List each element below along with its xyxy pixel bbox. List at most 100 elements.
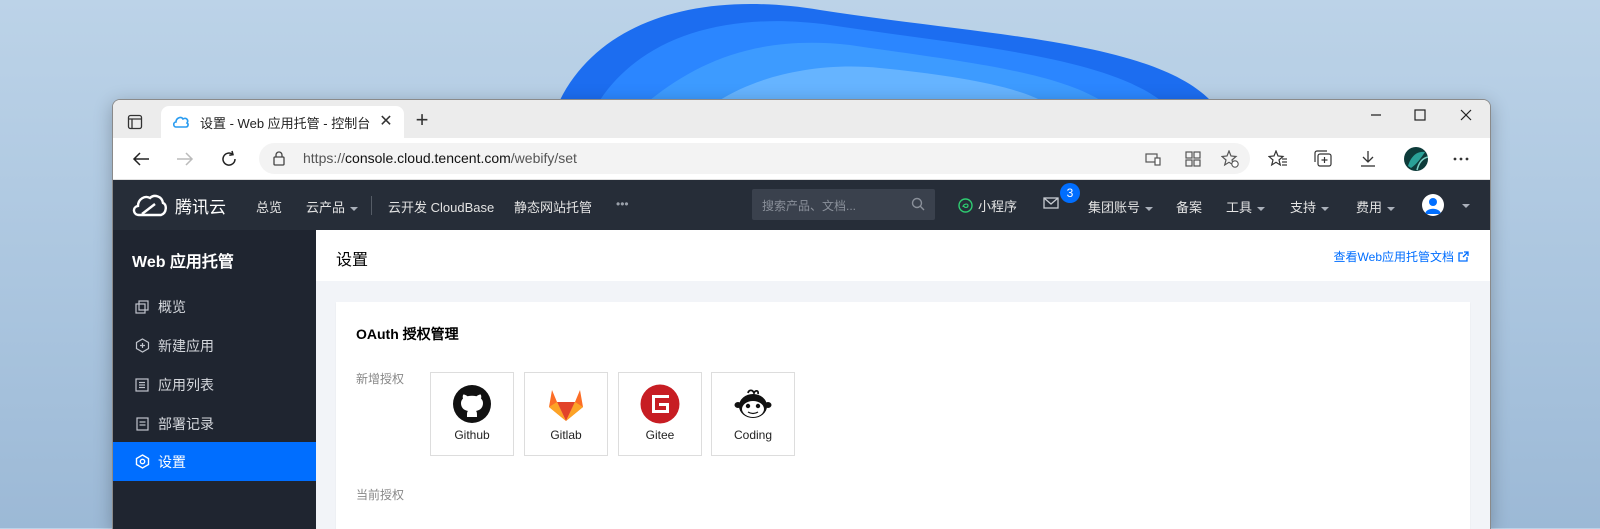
overview-icon <box>134 299 150 315</box>
chevron-down-icon <box>1387 206 1396 211</box>
url-text: https://console.cloud.tencent.com/webify… <box>303 150 577 166</box>
nav-products-label: 云产品 <box>306 200 346 215</box>
chevron-down-icon <box>350 206 359 211</box>
brand-name: 腾讯云 <box>175 197 226 217</box>
forward-button[interactable] <box>173 147 197 171</box>
browser-tab[interactable]: 设置 - Web 应用托管 - 控制台 ✕ <box>161 106 404 138</box>
oauth-card: OAuth 授权管理 新增授权 Github Gitlab Gitee Codi… <box>336 302 1470 529</box>
nav-cloudbase[interactable]: 云开发 CloudBase <box>388 197 494 216</box>
page-title: 设置 <box>336 252 369 269</box>
sidebar-item-label: 应用列表 <box>158 376 214 393</box>
provider-label: Coding <box>733 428 773 442</box>
sidebar-item-settings[interactable]: 设置 <box>113 442 316 481</box>
nav-billing-label: 费用 <box>1356 200 1383 215</box>
back-button[interactable] <box>129 147 153 171</box>
nav-support[interactable]: 支持 <box>1290 197 1330 216</box>
address-bar[interactable]: https://console.cloud.tencent.com/webify… <box>259 143 1250 174</box>
gitee-icon <box>640 384 680 424</box>
collections-icon[interactable] <box>1312 148 1334 170</box>
add-favorite-icon[interactable] <box>1221 150 1239 168</box>
sidebar-item-label: 新建应用 <box>158 337 214 354</box>
provider-gitee[interactable]: Gitee <box>618 372 702 456</box>
new-tab-button[interactable]: + <box>411 109 433 132</box>
new-auth-label: 新增授权 <box>356 372 405 386</box>
provider-coding[interactable]: Coding <box>711 372 795 456</box>
close-window-button[interactable] <box>1443 100 1489 130</box>
profile-avatar[interactable] <box>1403 146 1429 172</box>
provider-github[interactable]: Github <box>430 372 514 456</box>
oauth-title: OAuth 授权管理 <box>356 326 459 342</box>
sidebar-item-app-list[interactable]: 应用列表 <box>113 365 316 404</box>
provider-gitlab[interactable]: Gitlab <box>524 372 608 456</box>
tencent-cloud-favicon-icon <box>172 113 190 131</box>
nav-account-label: 集团账号 <box>1088 200 1141 215</box>
downloads-icon[interactable] <box>1357 148 1379 170</box>
current-auth-label: 当前授权 <box>356 488 405 502</box>
apps-icon[interactable] <box>1184 150 1202 168</box>
miniprogram-icon <box>958 198 973 213</box>
user-avatar[interactable] <box>1422 194 1444 216</box>
brand-logo[interactable]: 腾讯云 <box>131 192 226 218</box>
nav-divider <box>371 196 372 215</box>
tab-strip: 设置 - Web 应用托管 - 控制台 ✕ + <box>113 100 1490 138</box>
tencent-cloud-logo-icon <box>132 194 167 217</box>
tab-title: 设置 - Web 应用托管 - 控制台 <box>200 115 371 131</box>
read-aloud-icon[interactable] <box>1144 150 1162 168</box>
sidebar-item-label: 概览 <box>158 298 186 315</box>
chevron-down-icon <box>1145 206 1154 211</box>
nav-products[interactable]: 云产品 <box>306 197 359 216</box>
message-icon[interactable] <box>1043 197 1059 212</box>
provider-label: Github <box>454 428 490 442</box>
tab-close-icon[interactable]: ✕ <box>378 114 394 130</box>
sidebar-item-new-app[interactable]: 新建应用 <box>113 326 316 365</box>
nav-support-label: 支持 <box>1290 200 1317 215</box>
search-input[interactable]: 搜索产品、文档... <box>752 189 935 220</box>
deploy-record-icon <box>134 416 150 432</box>
minimize-button[interactable] <box>1353 100 1399 130</box>
chevron-down-icon <box>1257 206 1266 211</box>
provider-label: Gitee <box>645 428 675 442</box>
nav-static-hosting[interactable]: 静态网站托管 <box>514 197 592 216</box>
sidebar: Web 应用托管 概览 新建应用 应用列表 部署记录 设置 <box>113 230 316 529</box>
new-app-icon <box>134 338 150 354</box>
nav-overview[interactable]: 总览 <box>256 197 282 216</box>
sidebar-item-deploy-record[interactable]: 部署记录 <box>113 404 316 443</box>
nav-billing[interactable]: 费用 <box>1356 197 1396 216</box>
favorites-icon[interactable] <box>1267 148 1289 170</box>
miniprogram-label: 小程序 <box>978 199 1018 214</box>
doc-link[interactable]: 查看Web应用托管文档 <box>1334 248 1469 265</box>
coding-icon <box>734 389 772 418</box>
nav-beian[interactable]: 备案 <box>1176 197 1202 216</box>
browser-window: 设置 - Web 应用托管 - 控制台 ✕ + https://console.… <box>112 99 1491 529</box>
refresh-button[interactable] <box>217 147 241 171</box>
lock-icon[interactable] <box>273 151 285 171</box>
user-menu-chevron-icon[interactable] <box>1462 204 1470 208</box>
doc-link-label: 查看Web应用托管文档 <box>1333 250 1454 264</box>
github-icon <box>453 385 491 423</box>
sidebar-app-title: Web 应用托管 <box>132 254 234 271</box>
search-placeholder: 搜索产品、文档... <box>762 199 857 213</box>
message-count-badge: 3 <box>1060 183 1080 203</box>
nav-tools-label: 工具 <box>1226 200 1253 215</box>
console-header: 腾讯云 总览 云产品 云开发 CloudBase 静态网站托管 ••• 搜索产品… <box>113 180 1490 230</box>
app-list-icon <box>134 377 150 393</box>
gitlab-icon <box>549 390 583 421</box>
sidebar-item-overview[interactable]: 概览 <box>113 287 316 326</box>
settings-icon <box>134 454 150 470</box>
external-link-icon <box>1458 251 1469 262</box>
browser-toolbar: https://console.cloud.tencent.com/webify… <box>113 138 1490 180</box>
sidebar-item-label: 设置 <box>158 453 186 470</box>
chevron-down-icon <box>1321 206 1330 211</box>
nav-more-icon[interactable]: ••• <box>616 197 629 211</box>
nav-miniprogram[interactable]: 小程序 <box>958 196 1017 215</box>
nav-tools[interactable]: 工具 <box>1226 197 1266 216</box>
main-content: 设置 查看Web应用托管文档 OAuth 授权管理 新增授权 Github Gi… <box>316 230 1490 529</box>
page-header: 设置 查看Web应用托管文档 <box>316 230 1490 281</box>
sidebar-item-label: 部署记录 <box>158 415 214 432</box>
nav-account[interactable]: 集团账号 <box>1088 197 1154 216</box>
search-icon[interactable] <box>911 197 925 214</box>
provider-label: Gitlab <box>550 428 582 442</box>
tab-actions-icon[interactable] <box>123 110 147 134</box>
more-menu-icon[interactable] <box>1450 148 1472 170</box>
maximize-button[interactable] <box>1397 100 1443 130</box>
